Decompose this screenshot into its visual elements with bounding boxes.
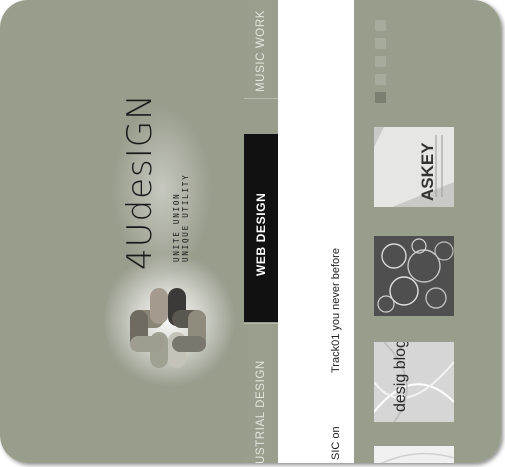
nav-label-industrial-design: USTRIAL DESIGN [255,360,267,463]
nav-item-industrial-design[interactable]: USTRIAL DESIGN [244,323,278,463]
brand-name[interactable]: 4UdesIGN [120,93,160,270]
content-gap [278,0,318,463]
nav-label-music-work: MUSIC WORK [255,9,267,92]
tagline-line-1: UNITE UNION [172,192,181,262]
news-ticker-line-2[interactable]: SIC on [330,426,342,460]
brand-tagline: UNITE UNION UNIQUE UTILITY [172,174,190,262]
pager-dot[interactable] [375,38,386,49]
wire-tangle-photo-icon [374,236,454,316]
nav-item-web-design[interactable]: WEB DESIGN [244,134,278,322]
gallery-pager [375,20,387,110]
pager-dot[interactable] [375,74,386,85]
askey-photo-icon [374,127,454,207]
nav-item-music-work[interactable]: MUSIC WORK [244,0,278,99]
pager-dot-active[interactable] [375,92,386,103]
logo-knot [130,288,206,368]
gallery-thumb-design-blog[interactable]: desig blog [374,342,454,422]
news-strip [318,0,354,463]
logo-icon[interactable] [122,282,214,374]
gallery-thumb-wires[interactable] [374,236,454,316]
tagline-line-2: UNIQUE UTILITY [181,173,190,262]
design-blog-caption: desig blog [392,342,409,412]
nav-label-web-design: WEB DESIGN [254,192,268,276]
askey-caption: ASKEY [418,142,437,201]
pager-dot[interactable] [375,20,386,31]
pager-dot[interactable] [375,56,386,67]
news-ticker-line-1[interactable]: Track01 you never before [330,248,342,373]
app-window: 4UdesIGN UNITE UNION UNIQUE UTILITY MUSI… [0,0,501,463]
design-blog-photo-icon [374,342,454,422]
gallery-thumb-askey[interactable]: ASKEY [374,127,454,207]
gallery-thumb-white[interactable] [374,446,454,463]
white-photo-icon [374,446,454,463]
